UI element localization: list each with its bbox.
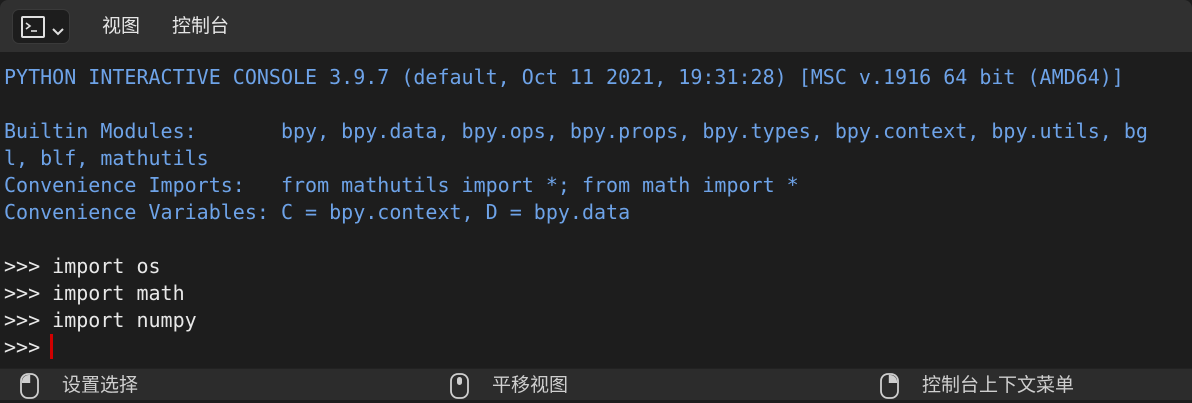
menu-view[interactable]: 视图 [102,13,140,39]
console-line: Convenience Variables: C = bpy.context, … [4,200,631,224]
console-prompt-line[interactable]: >>> [4,334,52,361]
console-input-line: >>> import numpy [4,308,197,332]
console-input-line: >>> import math [4,281,185,305]
status-bar: 设置选择 平移视图 控制台上下文菜单 [0,368,1192,400]
console-input-line: >>> import os [4,254,161,278]
menu-console[interactable]: 控制台 [172,13,229,39]
status-label: 控制台上下文菜单 [922,374,1075,396]
mouse-right-icon [878,373,902,403]
console-area[interactable]: PYTHON INTERACTIVE CONSOLE 3.9.7 (defaul… [0,52,1192,368]
console-line: Builtin Modules: bpy, bpy.data, bpy.ops,… [4,119,1148,143]
status-label: 平移视图 [492,374,569,396]
console-line: Convenience Imports: from mathutils impo… [4,173,799,197]
console-line: l, blf, mathutils [4,146,209,170]
chevron-down-icon [52,22,64,41]
console-line: PYTHON INTERACTIVE CONSOLE 3.9.7 (defaul… [4,65,1124,89]
status-label: 设置选择 [62,374,139,396]
mouse-middle-icon [448,373,472,403]
mouse-left-icon [18,373,42,403]
console-icon [21,16,45,38]
editor-header: 视图 控制台 [0,0,1192,52]
editor-type-button[interactable] [12,9,70,44]
text-cursor [50,334,53,359]
